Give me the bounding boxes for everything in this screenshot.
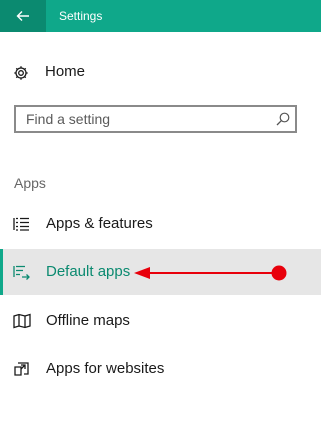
- nav-item-label: Apps for websites: [46, 360, 165, 377]
- section-header: Apps: [14, 175, 46, 191]
- home-label: Home: [45, 63, 86, 80]
- map-icon: [13, 313, 31, 329]
- nav-item-offline-maps[interactable]: Offline maps: [0, 298, 321, 344]
- list-icon: [13, 217, 29, 231]
- nav-item-label: Apps & features: [46, 215, 153, 232]
- title-bar: Settings: [0, 0, 321, 32]
- open-in-icon: [14, 362, 29, 376]
- nav-item-apps-features[interactable]: Apps & features: [0, 201, 321, 247]
- search-input[interactable]: [16, 107, 276, 131]
- gear-icon: [14, 66, 28, 80]
- back-arrow-icon: [16, 11, 29, 21]
- window-title: Settings: [59, 9, 103, 23]
- nav-item-label: Offline maps: [46, 312, 130, 329]
- back-button[interactable]: [0, 0, 46, 32]
- home-link[interactable]: Home: [0, 56, 321, 90]
- search-box[interactable]: [14, 105, 297, 133]
- default-apps-icon: [13, 265, 30, 280]
- nav-item-apps-for-websites[interactable]: Apps for websites: [0, 346, 321, 392]
- nav-item-label: Default apps: [46, 263, 131, 280]
- nav-item-default-apps[interactable]: Default apps: [0, 249, 321, 295]
- search-icon[interactable]: [275, 111, 291, 127]
